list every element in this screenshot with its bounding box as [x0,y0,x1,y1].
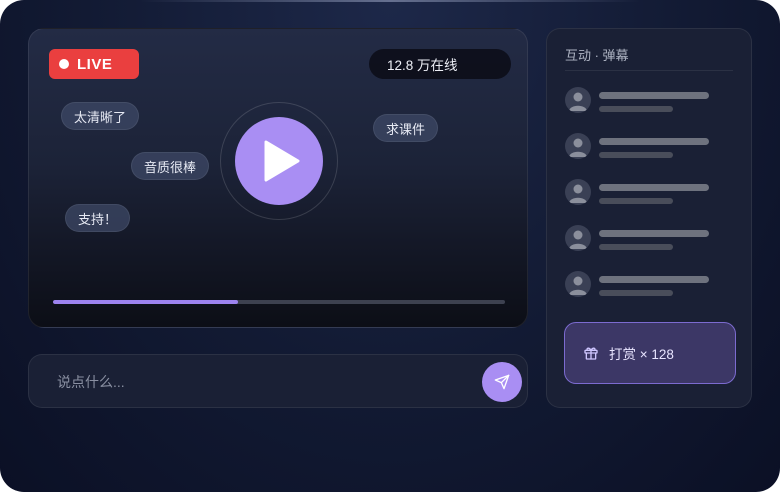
interaction-panel: 互动 · 弹幕 打赏 × 128 [546,28,752,408]
avatar-icon [565,133,591,159]
send-button[interactable] [482,362,522,402]
live-stream-app: LIVE 12.8 万在线 太清晰了 音质很棒 支持！ 求课件 互动 · 弹幕 [0,0,780,492]
gift-icon [584,347,598,360]
viewer-count: 12.8 万在线 [369,49,511,79]
message-placeholder-line [599,106,673,112]
message-row [565,271,735,305]
video-player[interactable]: LIVE 12.8 万在线 太清晰了 音质很棒 支持！ 求课件 [28,28,528,328]
danmaku-bubble: 音质很棒 [131,152,210,180]
avatar-icon [565,225,591,251]
progress-bar[interactable] [53,300,505,304]
live-dot-icon [59,59,69,69]
message-row [565,133,735,167]
message-placeholder-line [599,92,709,99]
message-placeholder-line [599,184,709,191]
live-badge: LIVE [49,49,139,79]
live-label: LIVE [77,55,113,73]
message-row [565,87,735,121]
message-placeholder-line [599,138,709,145]
gift-label: 打赏 × 128 [609,347,674,362]
message-placeholder-line [599,152,673,158]
message-placeholder-line [599,244,673,250]
avatar-icon [565,179,591,205]
message-placeholder-line [599,276,709,283]
danmaku-bubble: 太清晰了 [61,102,140,130]
gift-button[interactable]: 打赏 × 128 [564,322,736,384]
avatar-icon [565,87,591,113]
message-row [565,179,735,213]
chat-bar [28,354,528,408]
message-placeholder-line [599,230,709,237]
message-placeholder-line [599,290,673,296]
send-icon [494,374,510,390]
message-row [565,225,735,259]
danmaku-bubble: 求课件 [373,114,439,142]
message-placeholder-line [599,198,673,204]
chat-input[interactable] [45,364,465,400]
panel-title: 互动 · 弹幕 [565,48,629,63]
progress-fill [53,300,239,304]
panel-divider [565,70,733,71]
play-icon [264,140,300,182]
danmaku-bubble: 支持！ [65,204,131,232]
avatar-icon [565,271,591,297]
play-button[interactable] [235,117,323,205]
